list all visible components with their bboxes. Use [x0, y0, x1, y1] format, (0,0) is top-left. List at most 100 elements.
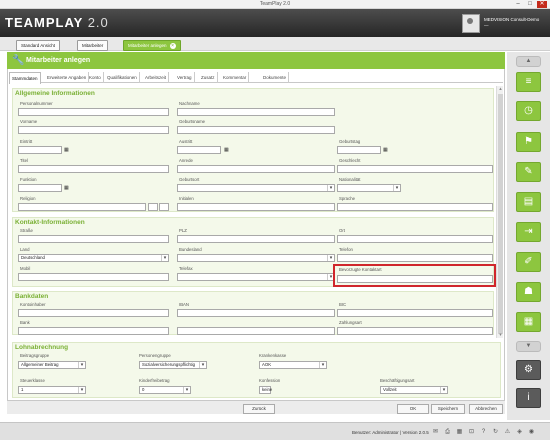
vertical-scrollbar[interactable]: ▴ ▾ [496, 86, 503, 338]
scroll-down-icon[interactable]: ▾ [497, 332, 504, 338]
strasse-field[interactable] [18, 235, 169, 243]
subtab-qualifikationen[interactable]: Qualifikationen [105, 72, 140, 83]
anrede-field[interactable] [177, 165, 335, 173]
mail-icon[interactable]: ✉ [432, 428, 439, 436]
personalnummer-field[interactable] [18, 108, 169, 116]
sprache-field[interactable] [337, 203, 493, 211]
personengruppe-select[interactable]: Sozialversicherungspflichtig [139, 361, 207, 369]
section-bank-title: Bankdaten [15, 293, 49, 300]
subtab-vertrag[interactable]: Vertrag [175, 72, 195, 83]
calendar-icon[interactable]: ▦ [456, 428, 463, 436]
right-sidebar: ▲ ≡ ◷ ⚑ ✎ ▤ ⇥ ✐ ☗ ▦ ▼ ⚙ i [507, 52, 550, 420]
calendar-icon[interactable]: ▦ [383, 147, 389, 153]
lookup-button[interactable] [148, 203, 158, 211]
dialog-title-bar: 🔧 Mitarbeiter anlegen [7, 52, 505, 69]
dialog-button-bar: Zurück OK Speichern Abbrechen [7, 400, 505, 414]
krankenkasse-select[interactable]: AOK [259, 361, 327, 369]
plz-field[interactable] [177, 235, 335, 243]
help-icon[interactable]: ? [480, 428, 487, 436]
bundesland-select[interactable] [177, 254, 335, 262]
clock-icon[interactable]: ◷ [516, 101, 541, 121]
notification-icon[interactable]: ◉ [528, 428, 535, 436]
report-icon[interactable]: ▤ [516, 192, 541, 212]
zahlungsart-field[interactable] [337, 327, 493, 335]
sidebar-scroll-down-icon[interactable]: ▼ [516, 341, 541, 352]
religion-field[interactable] [18, 203, 146, 211]
close-button[interactable]: ✕ [537, 1, 547, 8]
calendar-icon[interactable]: ▦ [64, 147, 70, 153]
bank-extra-field[interactable] [177, 327, 335, 335]
export-icon[interactable]: ⇥ [516, 222, 541, 242]
konfession-field[interactable]: keine [259, 386, 272, 394]
label-telefon: Telefon [339, 247, 353, 252]
flag-icon[interactable]: ⚑ [516, 132, 541, 152]
label-titel: Titel [20, 158, 28, 163]
section-general-title: Allgemeine Informationen [15, 90, 95, 97]
mobil-field[interactable] [18, 273, 169, 281]
team-icon[interactable]: ☗ [516, 282, 541, 302]
label-strasse: Straße [20, 228, 33, 233]
info-icon[interactable]: i [516, 388, 541, 408]
close-tab-icon[interactable]: × [169, 43, 176, 49]
calendar-icon[interactable]: ▦ [64, 185, 70, 191]
print-icon[interactable]: ⎙ [444, 428, 451, 436]
beitragsgruppe-select[interactable]: Allgemeiner Beitrag [18, 361, 86, 369]
austritt-field[interactable] [177, 146, 221, 154]
nachname-field[interactable] [177, 108, 335, 116]
geburtstag-field[interactable] [337, 146, 381, 154]
funktion-field[interactable] [18, 184, 62, 192]
nationalitaet-select[interactable] [337, 184, 401, 192]
minimize-button[interactable]: – [513, 1, 523, 8]
eintritt-field[interactable] [18, 146, 62, 154]
subtab-kommentar[interactable]: Kommentar [221, 72, 250, 83]
label-geburtsname: Geburtsname [179, 119, 206, 124]
subtab-stammdaten[interactable]: Stammdaten [9, 72, 41, 84]
bic-field[interactable] [337, 309, 493, 317]
list-icon[interactable]: ≡ [516, 72, 541, 92]
vorname-field[interactable] [18, 126, 169, 134]
titel-field[interactable] [18, 165, 169, 173]
ok-button[interactable]: OK [397, 404, 429, 414]
scroll-up-icon[interactable]: ▴ [497, 86, 504, 92]
kontoinhaber-field[interactable] [18, 309, 169, 317]
maximize-button[interactable]: □ [525, 1, 535, 8]
geburtsname-field[interactable] [177, 126, 335, 134]
subtab-erweitert[interactable]: Erweiterte Angaben [45, 72, 90, 83]
subtab-konto[interactable]: Konto [87, 72, 104, 83]
tab-mitarbeiter-anlegen[interactable]: Mitarbeiter anlegen × [123, 40, 181, 51]
geschlecht-field[interactable] [337, 165, 493, 173]
tab-mitarbeiter[interactable]: Mitarbeiter [77, 40, 109, 51]
ort-field[interactable] [337, 235, 493, 243]
save-button[interactable]: Speichern [431, 404, 465, 414]
refresh-icon[interactable]: ↻ [492, 428, 499, 436]
warning-icon[interactable]: ⚠ [504, 428, 511, 436]
wrench-icon[interactable]: ✎ [516, 162, 541, 182]
cancel-button[interactable]: Abbrechen [469, 404, 503, 414]
settings-icon[interactable]: ⚙ [516, 360, 541, 380]
initialen-field[interactable] [177, 203, 335, 211]
tab-standard[interactable]: Standard Ansicht [16, 40, 61, 51]
edit-icon[interactable]: ✐ [516, 252, 541, 272]
telefon-field[interactable] [337, 254, 493, 262]
calendar-icon[interactable]: ▦ [224, 147, 230, 153]
layout-icon[interactable]: ▦ [516, 312, 541, 332]
network-icon[interactable]: ◈ [516, 428, 523, 436]
user-icon[interactable] [462, 14, 480, 33]
steuerklasse-select[interactable]: 1 [18, 386, 86, 394]
clear-button[interactable] [159, 203, 169, 211]
subtab-arbeitszeit[interactable]: Arbeitszeit [143, 72, 170, 83]
prev-button[interactable]: Zurück [243, 404, 275, 414]
subtab-zusatz[interactable]: Zusatz [199, 72, 218, 83]
land-select[interactable]: Deutschland [18, 254, 169, 262]
scroll-thumb[interactable] [498, 94, 503, 334]
sidebar-scroll-up-icon[interactable]: ▲ [516, 56, 541, 67]
kinderfreibetrag-select[interactable]: 0 [139, 386, 191, 394]
telefax-select[interactable] [177, 273, 335, 281]
beschaeftigungsart-select[interactable]: Vollzeit [380, 386, 448, 394]
label-zahlungsart: Zahlungsart [339, 320, 362, 325]
subtab-dokumente[interactable]: Dokumente [261, 72, 290, 83]
iban-field[interactable] [177, 309, 335, 317]
lock-icon[interactable]: ⊡ [468, 428, 475, 436]
geburtsort-select[interactable] [177, 184, 335, 192]
bank-field[interactable] [18, 327, 169, 335]
